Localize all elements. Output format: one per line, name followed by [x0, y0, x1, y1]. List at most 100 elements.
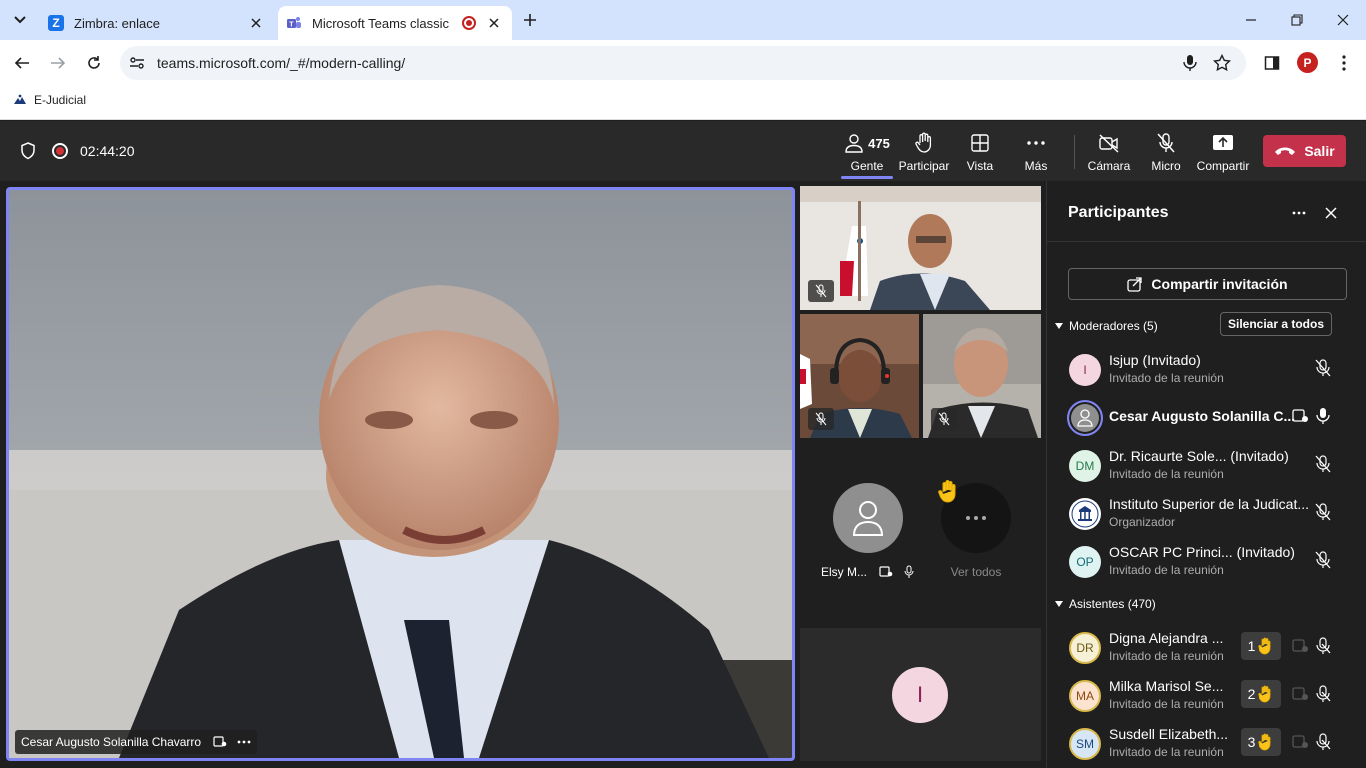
close-tab-icon[interactable] [248, 15, 264, 31]
browser-tab-zimbra[interactable]: Z Zimbra: enlace [40, 6, 274, 40]
bookmark-star-icon[interactable] [1213, 54, 1231, 72]
participants-panel: Participantes Compartir invitación Moder… [1046, 181, 1366, 768]
more-label: Más [1024, 159, 1048, 173]
leave-button[interactable]: Salir [1263, 135, 1346, 167]
view-button[interactable]: Vista [960, 131, 1000, 175]
participant-name: Digna Alejandra ... [1109, 630, 1224, 646]
address-bar[interactable]: teams.microsoft.com/_#/modern-calling/ [120, 46, 1246, 80]
moderators-section-header[interactable]: Moderadores (5) [1055, 319, 1158, 333]
browser-menu-button[interactable] [1332, 51, 1356, 75]
bookmark-e-judicial[interactable]: E-Judicial [12, 92, 86, 108]
organization-logo-icon [1069, 498, 1101, 530]
participant-avatar-tile[interactable]: Elsy M... [815, 483, 921, 583]
mic-disabled-icon[interactable] [1313, 684, 1333, 704]
profile-avatar[interactable]: P [1297, 52, 1318, 73]
panel-title: Participantes [1068, 204, 1169, 221]
chevron-down-icon [14, 16, 26, 24]
recording-icon [52, 143, 68, 159]
panel-more-options-icon[interactable] [1289, 203, 1309, 223]
hand-order: 3 [1247, 734, 1256, 750]
share-button[interactable]: Compartir [1197, 131, 1249, 175]
zimbra-z-icon: Z [48, 15, 64, 31]
participant-name: OSCAR PC Princi... (Invitado) [1109, 544, 1295, 560]
participant-row[interactable]: DR Digna Alejandra ... Invitado de la re… [1047, 626, 1366, 674]
reload-button[interactable] [82, 51, 106, 75]
forward-button[interactable] [46, 51, 70, 75]
mute-all-button[interactable]: Silenciar a todos [1220, 312, 1332, 336]
kebab-menu-icon [1342, 55, 1346, 71]
mic-off-icon [1157, 133, 1175, 153]
muted-icon [808, 280, 834, 302]
caret-down-icon [1055, 601, 1063, 607]
mic-disabled-icon[interactable] [1313, 732, 1333, 752]
people-button[interactable]: 475 Gente [841, 131, 893, 179]
side-panel-icon [1264, 56, 1280, 70]
participant-name: Milka Marisol Se... [1109, 678, 1224, 694]
participant-row[interactable]: Instituto Superior de la Judicat... Orga… [1047, 492, 1366, 540]
microphone-icon[interactable] [1181, 54, 1199, 72]
people-count: 475 [868, 135, 890, 151]
meeting-timer: 02:44:20 [80, 143, 135, 159]
participant-name: Cesar Augusto Solanilla C... [1109, 408, 1296, 424]
browser-toolbar: teams.microsoft.com/_#/modern-calling/ P [0, 40, 1366, 86]
more-button[interactable]: Más [1016, 131, 1056, 175]
camera-button[interactable]: Cámara [1088, 131, 1130, 175]
see-all-tile[interactable]: Ver todos [935, 480, 1017, 583]
close-tab-icon[interactable] [486, 15, 502, 31]
share-screen-icon [1213, 135, 1233, 150]
raised-hand-badge: 1 [1241, 632, 1281, 660]
hand-order: 1 [1247, 638, 1256, 654]
back-button[interactable] [10, 51, 34, 75]
participant-video-tile[interactable] [800, 186, 1041, 310]
teams-meeting-window: 02:44:20 475 Gente Participar Vista Más … [0, 121, 1366, 768]
tab-title: Microsoft Teams classic [312, 15, 450, 31]
participant-row[interactable]: I Isjup (Invitado) Invitado de la reunió… [1047, 348, 1366, 396]
shield-icon [21, 142, 35, 160]
participate-label: Participar [898, 159, 950, 173]
participant-row[interactable]: DM Dr. Ricaurte Sole... (Invitado) Invit… [1047, 444, 1366, 492]
participant-video-tile[interactable] [923, 314, 1041, 438]
arrow-left-icon [14, 57, 29, 69]
participant-row-active[interactable]: Cesar Augusto Solanilla C... [1047, 396, 1366, 444]
meeting-control-bar: 02:44:20 475 Gente Participar Vista Más … [0, 121, 1366, 181]
share-invitation-button[interactable]: Compartir invitación [1068, 268, 1347, 300]
site-settings-icon[interactable] [128, 54, 146, 72]
leave-label: Salir [1304, 143, 1335, 159]
mic-off-icon[interactable] [1313, 454, 1333, 474]
muted-icon [808, 408, 834, 430]
mic-button[interactable]: Micro [1148, 131, 1184, 175]
layout-grid-icon [971, 134, 989, 152]
close-window-button[interactable] [1331, 8, 1355, 32]
caret-down-icon [1055, 323, 1063, 329]
minimize-button[interactable] [1239, 8, 1263, 32]
participant-role: Invitado de la reunión [1109, 467, 1224, 481]
more-options-icon[interactable] [237, 740, 251, 744]
camera-label: Cámara [1087, 159, 1131, 173]
close-panel-icon[interactable] [1321, 203, 1341, 223]
mic-off-icon[interactable] [1313, 550, 1333, 570]
side-panel-button[interactable] [1260, 51, 1284, 75]
participant-avatar-tile[interactable]: I [800, 628, 1041, 761]
participant-video-tile[interactable] [800, 314, 919, 438]
browser-tab-strip: Z Zimbra: enlace T Microsoft Teams class… [0, 0, 1366, 40]
main-speaker-video[interactable]: Cesar Augusto Solanilla Chavarro [6, 187, 795, 761]
raise-hand-button[interactable]: Participar [898, 131, 950, 175]
new-tab-button[interactable] [518, 8, 542, 32]
tab-search-button[interactable] [8, 8, 32, 32]
browser-tab-teams[interactable]: T Microsoft Teams classic [278, 6, 512, 40]
restore-button[interactable] [1285, 8, 1309, 32]
participant-row[interactable]: SM Susdell Elizabeth... Invitado de la r… [1047, 722, 1366, 768]
attendees-section-header[interactable]: Asistentes (470) [1055, 597, 1156, 611]
mic-icon[interactable] [1313, 406, 1333, 426]
mic-off-icon[interactable] [1313, 502, 1333, 522]
url-text: teams.microsoft.com/_#/modern-calling/ [157, 55, 406, 71]
view-label: Vista [966, 159, 994, 173]
teams-icon: T [287, 17, 301, 29]
participant-name: Susdell Elizabeth... [1109, 726, 1229, 742]
people-icon [845, 134, 863, 153]
presenter-icon [213, 736, 227, 747]
mic-off-icon[interactable] [1313, 358, 1333, 378]
mic-disabled-icon[interactable] [1313, 636, 1333, 656]
participant-row[interactable]: OP OSCAR PC Princi... (Invitado) Invitad… [1047, 540, 1366, 588]
participant-row[interactable]: MA Milka Marisol Se... Invitado de la re… [1047, 674, 1366, 722]
